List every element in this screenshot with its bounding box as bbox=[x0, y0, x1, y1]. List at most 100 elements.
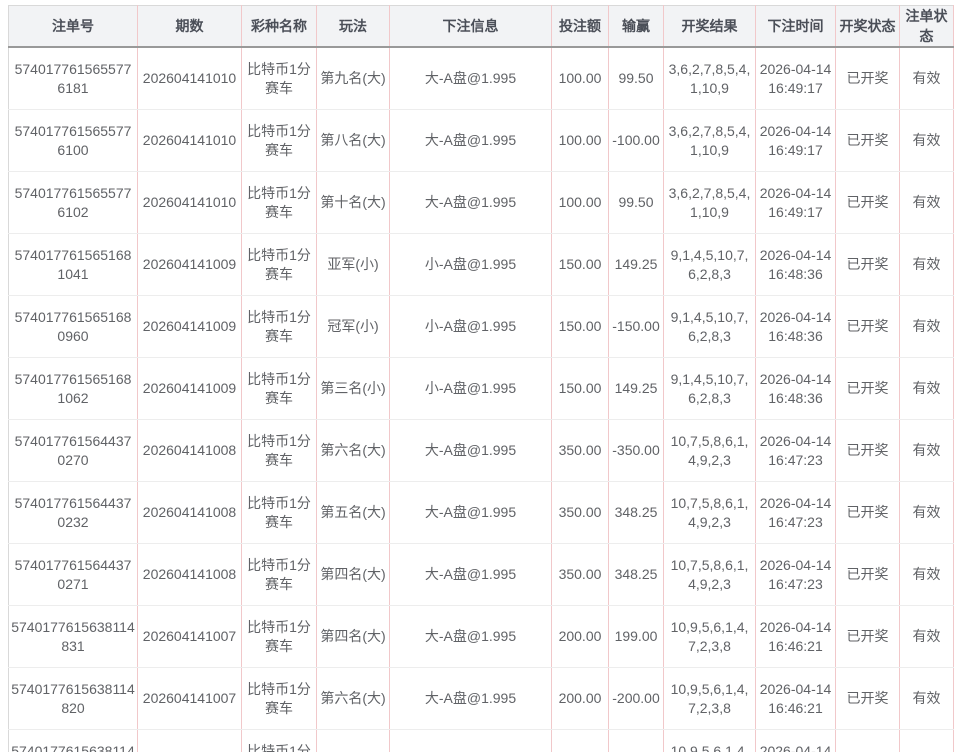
cell-win_loss: 99.50 bbox=[609, 172, 664, 234]
cell-bet_time: 2026-04-14 16:46:21 bbox=[756, 668, 836, 730]
cell-draw_status: 已开奖 bbox=[836, 420, 900, 482]
table-header: 注单号期数彩种名称玩法下注信息投注额输赢开奖结果下注时间开奖状态注单状态 bbox=[9, 6, 954, 48]
cell-bet_info: 大-A盘@1.995 bbox=[390, 110, 552, 172]
cell-draw_status: 已开奖 bbox=[836, 47, 900, 110]
cell-bet_amount: 350.00 bbox=[552, 544, 609, 606]
table-row: 5740177615644370271202604141008比特币1分赛车第四… bbox=[9, 544, 954, 606]
cell-bet_time: 2026-04-14 16:49:17 bbox=[756, 110, 836, 172]
cell-period: 202604141009 bbox=[138, 234, 242, 296]
cell-period: 202604141009 bbox=[138, 296, 242, 358]
cell-lottery_name: 比特币1分赛车 bbox=[242, 606, 317, 668]
cell-bet_id: 5740177615638114812 bbox=[9, 730, 138, 752]
cell-order_status: 有效 bbox=[900, 47, 954, 110]
cell-bet_id: 5740177615655776102 bbox=[9, 172, 138, 234]
cell-period: 202604141010 bbox=[138, 172, 242, 234]
cell-win_loss: 199.00 bbox=[609, 606, 664, 668]
cell-draw_result: 3,6,2,7,8,5,4,1,10,9 bbox=[664, 110, 756, 172]
cell-draw_result: 3,6,2,7,8,5,4,1,10,9 bbox=[664, 47, 756, 110]
cell-draw_status: 已开奖 bbox=[836, 358, 900, 420]
cell-bet_amount: 100.00 bbox=[552, 47, 609, 110]
table-row: 5740177615644370232202604141008比特币1分赛车第五… bbox=[9, 482, 954, 544]
cell-bet_info: 大-A盘@1.995 bbox=[390, 606, 552, 668]
cell-bet_info: 大-A盘@1.995 bbox=[390, 544, 552, 606]
cell-draw_result: 3,6,2,7,8,5,4,1,10,9 bbox=[664, 172, 756, 234]
cell-lottery_name: 比特币1分赛车 bbox=[242, 668, 317, 730]
cell-lottery_name: 比特币1分赛车 bbox=[242, 296, 317, 358]
cell-draw_status: 已开奖 bbox=[836, 668, 900, 730]
cell-bet_time: 2026-04-14 16:47:23 bbox=[756, 544, 836, 606]
table-row: 5740177615651681041202604141009比特币1分赛车亚军… bbox=[9, 234, 954, 296]
cell-draw_result: 10,9,5,6,1,4,7,2,3,8 bbox=[664, 668, 756, 730]
cell-bet_id: 5740177615655776181 bbox=[9, 47, 138, 110]
cell-lottery_name: 比特币1分赛车 bbox=[242, 234, 317, 296]
cell-draw_status: 已开奖 bbox=[836, 730, 900, 752]
cell-play: 第八名(大) bbox=[317, 110, 390, 172]
cell-win_loss: -200.00 bbox=[609, 668, 664, 730]
cell-bet_time: 2026-04-14 16:47:23 bbox=[756, 420, 836, 482]
cell-draw_status: 已开奖 bbox=[836, 482, 900, 544]
cell-draw_status: 已开奖 bbox=[836, 544, 900, 606]
table-body: 5740177615655776181202604141010比特币1分赛车第九… bbox=[9, 47, 954, 752]
cell-win_loss: 348.25 bbox=[609, 544, 664, 606]
cell-lottery_name: 比特币1分赛车 bbox=[242, 420, 317, 482]
cell-bet_id: 5740177615644370270 bbox=[9, 420, 138, 482]
table-row: 5740177615655776100202604141010比特币1分赛车第八… bbox=[9, 110, 954, 172]
cell-bet_id: 5740177615638114820 bbox=[9, 668, 138, 730]
cell-draw_status: 已开奖 bbox=[836, 172, 900, 234]
cell-bet_amount: 150.00 bbox=[552, 296, 609, 358]
cell-bet_amount: 200.00 bbox=[552, 668, 609, 730]
cell-bet_info: 大-A盘@1.995 bbox=[390, 172, 552, 234]
cell-bet_time: 2026-04-14 16:49:17 bbox=[756, 172, 836, 234]
cell-lottery_name: 比特币1分赛车 bbox=[242, 172, 317, 234]
cell-win_loss: 348.25 bbox=[609, 482, 664, 544]
cell-draw_result: 10,9,5,6,1,4,7,2,3,8 bbox=[664, 730, 756, 752]
cell-bet_amount: 350.00 bbox=[552, 482, 609, 544]
cell-lottery_name: 比特币1分赛车 bbox=[242, 544, 317, 606]
cell-draw_status: 已开奖 bbox=[836, 606, 900, 668]
cell-win_loss: 149.25 bbox=[609, 358, 664, 420]
cell-period: 202604141008 bbox=[138, 482, 242, 544]
cell-period: 202604141009 bbox=[138, 358, 242, 420]
cell-lottery_name: 比特币1分赛车 bbox=[242, 730, 317, 752]
column-header-bet_info: 下注信息 bbox=[390, 6, 552, 48]
cell-period: 202604141010 bbox=[138, 47, 242, 110]
cell-play: 第十名(大) bbox=[317, 172, 390, 234]
cell-bet_info: 大-A盘@1.995 bbox=[390, 420, 552, 482]
cell-bet_amount: 200.00 bbox=[552, 606, 609, 668]
cell-order_status: 有效 bbox=[900, 420, 954, 482]
cell-bet_time: 2026-04-14 16:48:36 bbox=[756, 234, 836, 296]
cell-win_loss: 149.25 bbox=[609, 234, 664, 296]
cell-order_status: 有效 bbox=[900, 544, 954, 606]
cell-period: 202604141010 bbox=[138, 110, 242, 172]
column-header-draw_result: 开奖结果 bbox=[664, 6, 756, 48]
cell-win_loss: 99.50 bbox=[609, 47, 664, 110]
cell-bet_time: 2026-04-14 16:46:21 bbox=[756, 730, 836, 752]
cell-bet_amount: 100.00 bbox=[552, 172, 609, 234]
cell-lottery_name: 比特币1分赛车 bbox=[242, 358, 317, 420]
cell-bet_id: 5740177615644370232 bbox=[9, 482, 138, 544]
table-row: 5740177615638114812202604141007比特币1分赛车第五… bbox=[9, 730, 954, 752]
cell-draw_status: 已开奖 bbox=[836, 234, 900, 296]
column-header-play: 玩法 bbox=[317, 6, 390, 48]
cell-draw_status: 已开奖 bbox=[836, 110, 900, 172]
cell-bet_info: 小-A盘@1.995 bbox=[390, 358, 552, 420]
cell-period: 202604141007 bbox=[138, 730, 242, 752]
cell-win_loss: -200.00 bbox=[609, 730, 664, 752]
cell-draw_result: 9,1,4,5,10,7,6,2,8,3 bbox=[664, 358, 756, 420]
cell-bet_id: 5740177615655776100 bbox=[9, 110, 138, 172]
table-row: 5740177615655776102202604141010比特币1分赛车第十… bbox=[9, 172, 954, 234]
cell-play: 第九名(大) bbox=[317, 47, 390, 110]
cell-play: 第四名(大) bbox=[317, 606, 390, 668]
cell-order_status: 有效 bbox=[900, 482, 954, 544]
cell-play: 第六名(大) bbox=[317, 668, 390, 730]
cell-period: 202604141007 bbox=[138, 606, 242, 668]
bet-records-panel: 注单号期数彩种名称玩法下注信息投注额输赢开奖结果下注时间开奖状态注单状态 574… bbox=[0, 0, 956, 752]
cell-order_status: 有效 bbox=[900, 172, 954, 234]
cell-draw_status: 已开奖 bbox=[836, 296, 900, 358]
cell-draw_result: 10,7,5,8,6,1,4,9,2,3 bbox=[664, 482, 756, 544]
cell-lottery_name: 比特币1分赛车 bbox=[242, 47, 317, 110]
column-header-bet_amount: 投注额 bbox=[552, 6, 609, 48]
table-row: 5740177615651680960202604141009比特币1分赛车冠军… bbox=[9, 296, 954, 358]
cell-win_loss: -350.00 bbox=[609, 420, 664, 482]
table-row: 5740177615644370270202604141008比特币1分赛车第六… bbox=[9, 420, 954, 482]
